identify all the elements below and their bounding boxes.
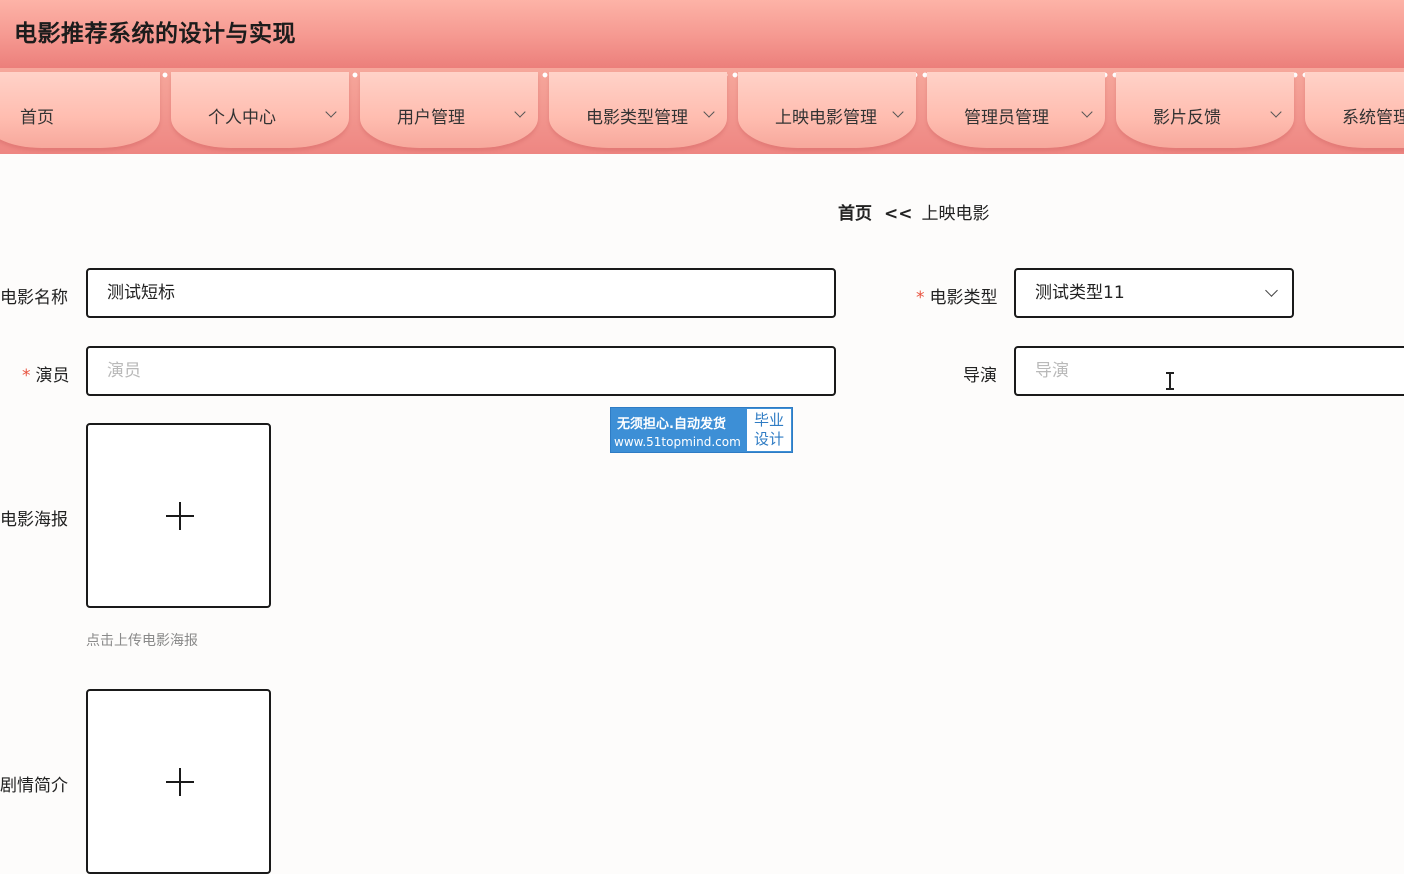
breadcrumb: 首页 << 上映电影 bbox=[838, 199, 990, 224]
nav-item-personal-center[interactable]: 个人中心 bbox=[171, 72, 349, 148]
nav-item-label: 个人中心 bbox=[208, 108, 276, 128]
nav-item-label: 用户管理 bbox=[397, 108, 465, 128]
nav-item-home[interactable]: 首页 bbox=[0, 72, 160, 148]
nav-item-movie-feedback[interactable]: 影片反馈 bbox=[1116, 72, 1294, 148]
poster-upload[interactable] bbox=[86, 423, 271, 608]
watermark-line1: 无须担心.自动发货 bbox=[617, 417, 726, 432]
movie-type-selected-value: 测试类型11 bbox=[1035, 283, 1125, 303]
chevron-down-icon bbox=[1265, 284, 1278, 297]
text-cursor-icon bbox=[1165, 372, 1175, 390]
nav-item-label: 系统管理 bbox=[1342, 108, 1404, 128]
nav-item-movie-type-management[interactable]: 电影类型管理 bbox=[549, 72, 727, 148]
watermark-badge-line1: 毕业 bbox=[753, 411, 784, 429]
actors-label-text: 演员 bbox=[35, 366, 70, 386]
watermark-badge-text: 毕业 设计 bbox=[747, 409, 791, 451]
watermark-badge: 无须担心.自动发货 www.51topmind.com 毕业 设计 bbox=[610, 407, 793, 453]
chevron-down-icon bbox=[514, 106, 526, 118]
movie-type-select[interactable]: 测试类型11 bbox=[1014, 268, 1294, 318]
poster-label: 电影海报 bbox=[0, 510, 68, 530]
app-header: 电影推荐系统的设计与实现 bbox=[0, 0, 1404, 68]
chevron-down-icon bbox=[325, 106, 337, 118]
director-input[interactable]: 导演 bbox=[1014, 346, 1404, 396]
plot-upload[interactable] bbox=[86, 689, 271, 874]
plot-label: 剧情简介 bbox=[0, 776, 68, 796]
nav-item-label: 管理员管理 bbox=[964, 108, 1049, 128]
poster-upload-hint: 点击上传电影海报 bbox=[86, 633, 198, 649]
nav-item-admin-management[interactable]: 管理员管理 bbox=[927, 72, 1105, 148]
breadcrumb-separator: << bbox=[884, 204, 913, 224]
chevron-down-icon bbox=[892, 106, 904, 118]
nav-item-showing-movie-management[interactable]: 上映电影管理 bbox=[738, 72, 916, 148]
chevron-down-icon bbox=[1081, 106, 1093, 118]
app-title: 电影推荐系统的设计与实现 bbox=[14, 21, 296, 47]
movie-name-label: 电影名称 bbox=[0, 288, 68, 308]
plus-icon bbox=[179, 768, 181, 796]
nav-item-label: 电影类型管理 bbox=[586, 108, 688, 128]
actors-input[interactable]: 演员 bbox=[86, 346, 836, 396]
actors-label: * 演员 bbox=[22, 361, 70, 386]
director-label: 导演 bbox=[963, 366, 997, 386]
watermark-line2: www.51topmind.com bbox=[614, 435, 741, 449]
nav-item-system-management[interactable]: 系统管理 bbox=[1305, 72, 1404, 148]
nav-item-user-management[interactable]: 用户管理 bbox=[360, 72, 538, 148]
nav-item-label: 首页 bbox=[20, 108, 54, 128]
movie-name-input[interactable]: 测试短标 bbox=[86, 268, 836, 318]
breadcrumb-current: 上映电影 bbox=[921, 204, 990, 224]
required-mark: * bbox=[22, 366, 31, 386]
required-mark: * bbox=[916, 288, 925, 308]
chevron-down-icon bbox=[1270, 106, 1282, 118]
watermark-text-block: 无须担心.自动发货 www.51topmind.com bbox=[611, 408, 747, 452]
nav-item-label: 上映电影管理 bbox=[775, 108, 877, 128]
chevron-down-icon bbox=[703, 106, 715, 118]
plus-icon bbox=[179, 502, 181, 530]
movie-type-label-text: 电影类型 bbox=[929, 288, 998, 308]
nav-item-label: 影片反馈 bbox=[1153, 108, 1221, 128]
top-nav: 首页 个人中心 用户管理 电影类型管理 上映电影管理 管理员管理 影片反馈 系统… bbox=[0, 68, 1404, 154]
breadcrumb-home[interactable]: 首页 bbox=[838, 204, 872, 224]
movie-type-label: * 电影类型 bbox=[916, 283, 998, 308]
watermark-badge-line2: 设计 bbox=[753, 430, 784, 448]
